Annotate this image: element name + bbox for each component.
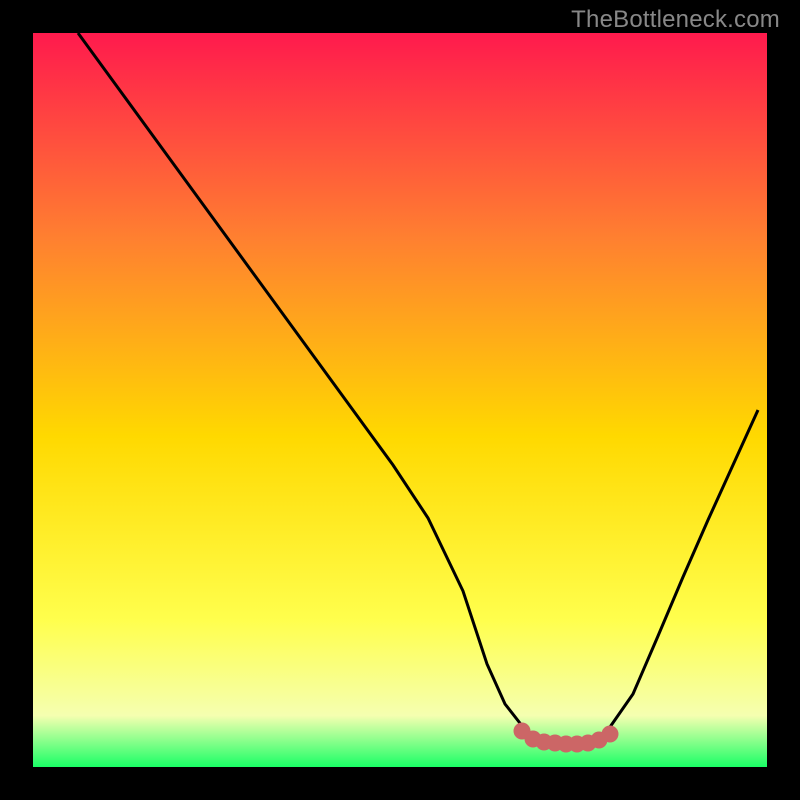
watermark-label: TheBottleneck.com [571,6,780,34]
plot-area [33,33,767,767]
chart-frame: TheBottleneck.com [0,0,800,800]
optimal-dot [602,726,619,743]
optimal-range-dots [33,33,767,767]
